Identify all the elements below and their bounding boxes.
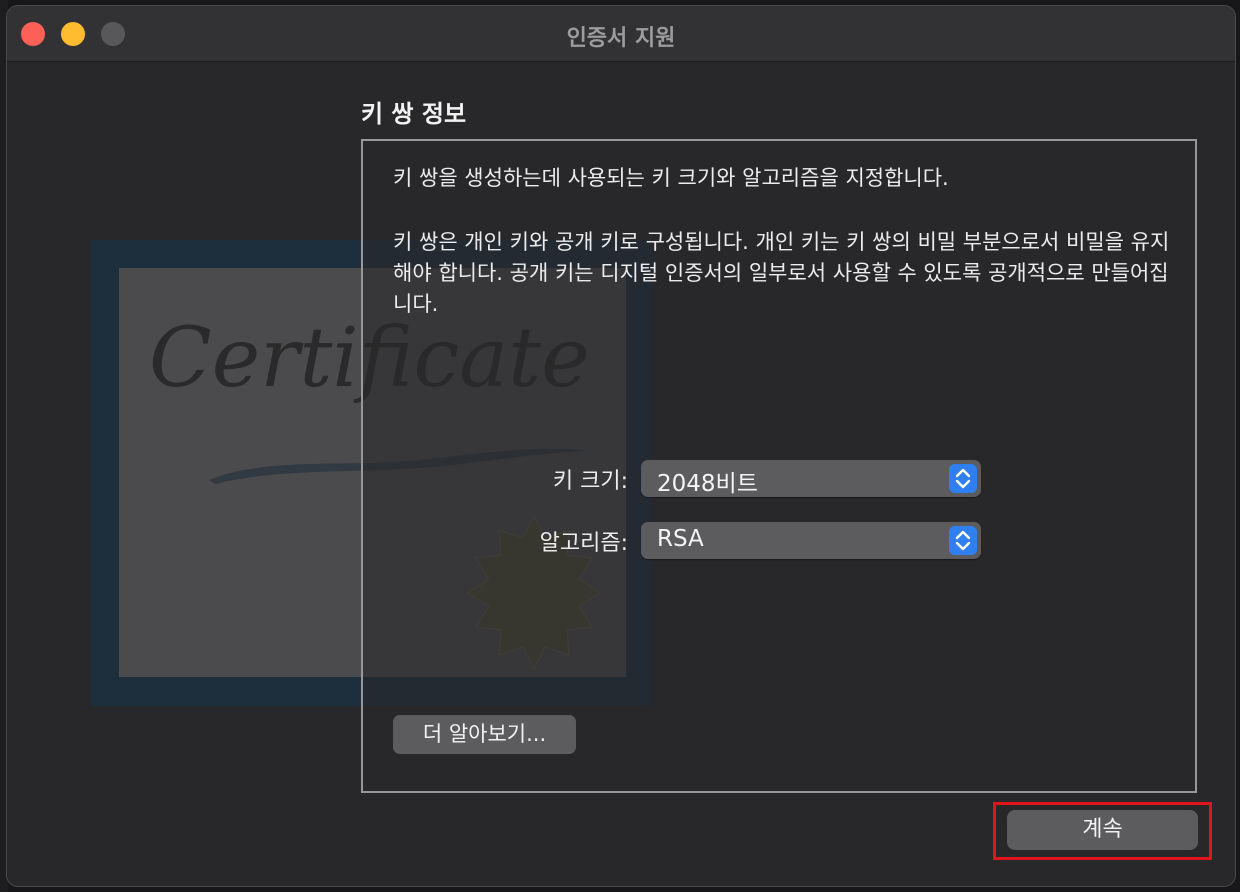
key-pair-info-panel: 키 쌍을 생성하는데 사용되는 키 크기와 알고리즘을 지정합니다. 키 쌍은 … [361,139,1197,793]
algorithm-label: 알고리즘: [539,531,628,556]
learn-more-button[interactable]: 더 알아보기... [393,715,576,754]
certificate-assistant-window: 인증서 지원 Certificate 키 쌍 정보 키 쌍을 생성하는데 사용되… [6,5,1236,887]
window-title: 인증서 지원 [566,26,676,51]
continue-button[interactable]: 계속 [1007,810,1198,850]
description-paragraph-2: 키 쌍은 개인 키와 공개 키로 구성됩니다. 개인 키는 키 쌍의 비밀 부분… [393,230,1170,316]
description-line-1: 키 쌍을 생성하는데 사용되는 키 크기와 알고리즘을 지정합니다. [393,166,949,190]
key-size-popup[interactable]: 2048비트 [641,460,981,497]
popup-chevron-updown-icon [949,464,977,493]
section-title: 키 쌍 정보 [361,100,467,128]
popup-chevron-updown-icon [949,526,977,555]
algorithm-popup[interactable]: RSA [641,522,981,559]
title-bar[interactable]: 인증서 지원 [7,6,1235,62]
algorithm-value: RSA [657,526,704,552]
content-area: Certificate 키 쌍 정보 키 쌍을 생성하는데 사용되는 키 크기와… [7,62,1235,886]
key-size-value: 2048비트 [657,471,758,497]
key-size-label: 키 크기: [552,469,628,494]
